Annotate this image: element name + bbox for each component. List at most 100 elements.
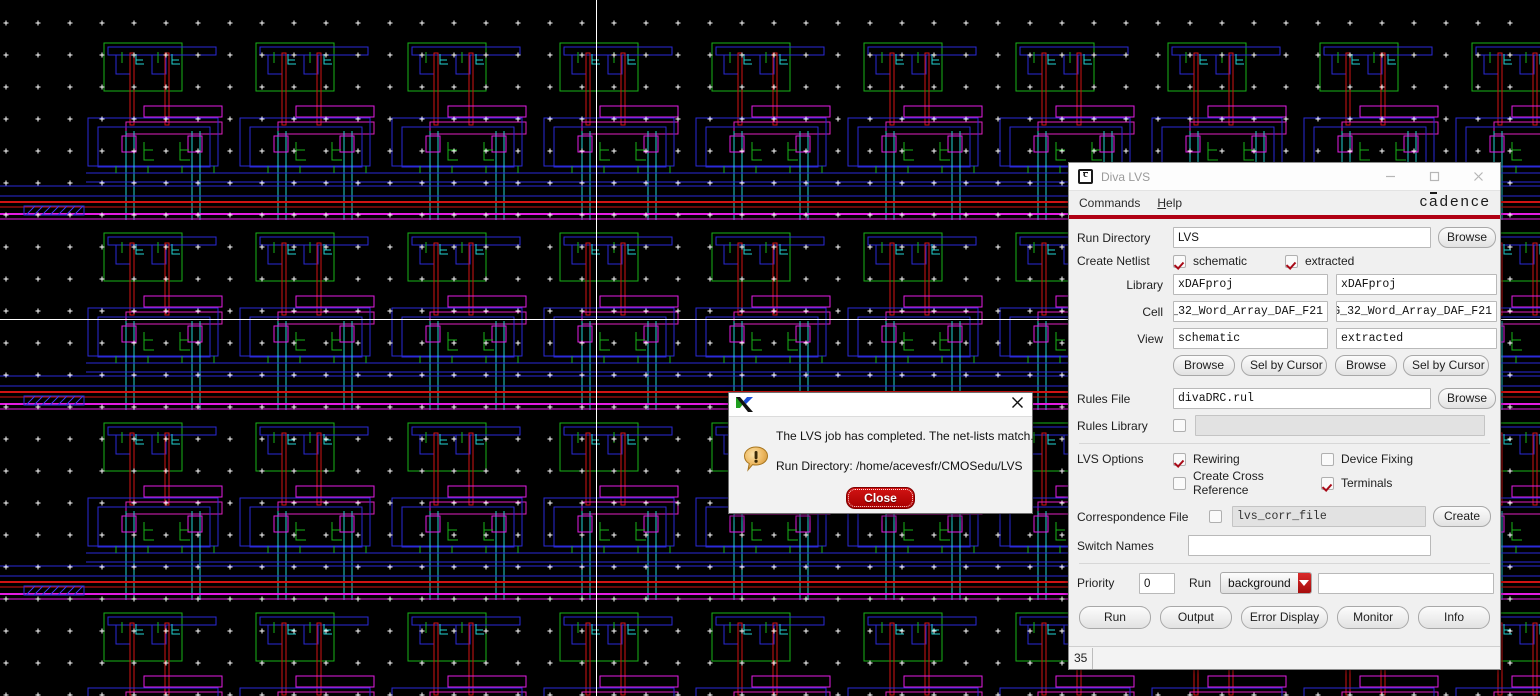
rules-library-label: Rules Library bbox=[1077, 418, 1148, 433]
dialog-message-line-1: The LVS job has completed. The net-lists… bbox=[776, 429, 1034, 443]
lvs-options-label: LVS Options bbox=[1077, 452, 1144, 466]
rules-file-input[interactable]: divaDRC.rul bbox=[1173, 388, 1431, 409]
schematic-sel-by-cursor-button[interactable]: Sel by Cursor bbox=[1241, 355, 1327, 376]
correspondence-file-label: Correspondence File bbox=[1077, 509, 1189, 524]
cell-extracted-input[interactable]: G_32_Word_Array_DAF_F21 bbox=[1336, 301, 1497, 322]
terminals-checkbox-group[interactable]: Terminals bbox=[1321, 476, 1392, 490]
create-cross-reference-checkbox-group[interactable]: Create Cross Reference bbox=[1173, 469, 1321, 497]
rewiring-checkbox[interactable] bbox=[1173, 452, 1186, 466]
extracted-sel-by-cursor-button[interactable]: Sel by Cursor bbox=[1403, 355, 1489, 376]
priority-label: Priority bbox=[1077, 576, 1115, 590]
schematic-checkbox-group[interactable]: schematic bbox=[1173, 254, 1285, 268]
dialog-message-line-2: Run Directory: /home/acevesfr/CMOSedu/LV… bbox=[776, 459, 1023, 473]
dialog-close-icon[interactable] bbox=[1011, 396, 1024, 414]
window-controls bbox=[1368, 164, 1500, 190]
view-schematic-input[interactable]: schematic bbox=[1173, 328, 1328, 349]
menu-help[interactable]: Help bbox=[1157, 196, 1182, 210]
rewiring-checkbox-group[interactable]: Rewiring bbox=[1173, 452, 1321, 466]
window-titlebar[interactable]: Diva LVS bbox=[1069, 163, 1500, 191]
schematic-browse-button[interactable]: Browse bbox=[1173, 355, 1235, 376]
cell-schematic-input[interactable]: G_32_Word_Array_DAF_F21 bbox=[1173, 301, 1328, 322]
x-window-logo-icon bbox=[735, 396, 754, 413]
rules-file-browse-button[interactable]: Browse bbox=[1438, 388, 1496, 409]
cadence-brand-logo: cadence bbox=[1419, 193, 1491, 210]
dialog-titlebar[interactable] bbox=[729, 393, 1032, 417]
library-extracted-input[interactable]: xDAFproj bbox=[1336, 274, 1497, 295]
lvs-completion-dialog[interactable]: The LVS job has completed. The net-lists… bbox=[728, 392, 1034, 514]
cadence-c-icon bbox=[1078, 168, 1093, 184]
view-label: View bbox=[1137, 331, 1163, 346]
priority-run-row: Priority 0 Run background bbox=[1069, 572, 1500, 594]
maximize-button[interactable] bbox=[1412, 164, 1456, 190]
correspondence-file-row: Correspondence File lvs_corr_file Create bbox=[1069, 506, 1500, 527]
correspondence-file-input[interactable]: lvs_corr_file bbox=[1232, 506, 1426, 527]
run-directory-input[interactable]: LVS bbox=[1173, 227, 1431, 248]
view-extracted-input[interactable]: extracted bbox=[1336, 328, 1497, 349]
monitor-button[interactable]: Monitor bbox=[1337, 606, 1410, 629]
switch-names-input[interactable] bbox=[1188, 535, 1431, 556]
rules-file-row: Rules File divaDRC.rul Browse bbox=[1069, 388, 1500, 409]
run-directory-browse-button[interactable]: Browse bbox=[1438, 227, 1496, 248]
extracted-checkbox[interactable] bbox=[1285, 254, 1298, 268]
lvs-options-row-2: Create Cross Reference Terminals bbox=[1069, 469, 1500, 497]
dialog-actions: Close bbox=[729, 487, 1032, 509]
library-schematic-input[interactable]: xDAFproj bbox=[1173, 274, 1328, 295]
window-title: Diva LVS bbox=[1101, 169, 1151, 184]
run-button[interactable]: Run bbox=[1079, 606, 1151, 629]
run-host-input[interactable] bbox=[1318, 572, 1495, 594]
device-fixing-checkbox-group[interactable]: Device Fixing bbox=[1321, 452, 1413, 466]
create-cross-reference-label: Create Cross Reference bbox=[1193, 469, 1264, 497]
schematic-checkbox[interactable] bbox=[1173, 254, 1186, 268]
correspondence-file-create-button[interactable]: Create bbox=[1433, 506, 1491, 527]
divider-2 bbox=[1079, 563, 1490, 564]
error-display-button[interactable]: Error Display bbox=[1240, 606, 1329, 629]
run-mode-select[interactable]: background bbox=[1220, 572, 1313, 594]
cell-label: Cell bbox=[1142, 304, 1163, 319]
diva-lvs-window[interactable]: Diva LVS Commands Help cadence Run Direc… bbox=[1068, 162, 1501, 670]
picker-buttons-row: Browse Sel by Cursor Browse Sel by Curso… bbox=[1069, 355, 1500, 376]
rules-library-row: Rules Library bbox=[1069, 415, 1500, 436]
cell-row: Cell G_32_Word_Array_DAF_F21 G_32_Word_A… bbox=[1069, 301, 1500, 322]
divider bbox=[1079, 443, 1490, 444]
terminals-checkbox[interactable] bbox=[1321, 476, 1334, 490]
switch-names-label: Switch Names bbox=[1077, 538, 1154, 553]
switch-names-row: Switch Names bbox=[1069, 535, 1500, 556]
terminals-label: Terminals bbox=[1341, 476, 1393, 490]
output-button[interactable]: Output bbox=[1159, 606, 1232, 629]
run-directory-row: Run Directory LVS Browse bbox=[1069, 227, 1500, 248]
run-mode-label: Run bbox=[1189, 576, 1212, 590]
extracted-checkbox-group[interactable]: extracted bbox=[1285, 254, 1354, 268]
device-fixing-label: Device Fixing bbox=[1341, 452, 1414, 466]
run-mode-value: background bbox=[1228, 576, 1291, 590]
view-row: View schematic extracted bbox=[1069, 328, 1500, 349]
rules-library-input[interactable] bbox=[1195, 415, 1485, 436]
dialog-messages: The LVS job has completed. The net-lists… bbox=[773, 429, 1034, 489]
minimize-button[interactable] bbox=[1368, 164, 1412, 190]
lvs-options-row-1: LVS Options Rewiring Device Fixing bbox=[1069, 452, 1500, 466]
priority-input[interactable]: 0 bbox=[1139, 572, 1175, 594]
create-cross-reference-checkbox[interactable] bbox=[1173, 476, 1186, 490]
close-button[interactable] bbox=[1456, 164, 1500, 190]
run-directory-label: Run Directory bbox=[1077, 230, 1151, 245]
library-row: Library xDAFproj xDAFproj bbox=[1069, 274, 1500, 295]
library-label: Library bbox=[1126, 277, 1163, 292]
extracted-checkbox-label: extracted bbox=[1305, 254, 1355, 268]
statusbar: 35 bbox=[1069, 646, 1500, 669]
chevron-down-icon[interactable] bbox=[1297, 573, 1312, 593]
info-button[interactable]: Info bbox=[1418, 606, 1490, 629]
extracted-browse-button[interactable]: Browse bbox=[1335, 355, 1397, 376]
dialog-body: The LVS job has completed. The net-lists… bbox=[729, 417, 1034, 489]
create-netlist-label: Create Netlist bbox=[1077, 254, 1150, 268]
exclamation-bubble-icon bbox=[739, 429, 773, 489]
rules-library-checkbox[interactable] bbox=[1173, 419, 1186, 432]
rules-file-label: Rules File bbox=[1077, 391, 1131, 406]
dialog-close-button[interactable]: Close bbox=[846, 487, 915, 509]
rewiring-label: Rewiring bbox=[1193, 452, 1240, 466]
schematic-checkbox-label: schematic bbox=[1193, 254, 1248, 268]
correspondence-file-checkbox[interactable] bbox=[1209, 510, 1222, 523]
create-netlist-row: Create Netlist schematic extracted bbox=[1069, 254, 1500, 268]
statusbar-value: 35 bbox=[1069, 647, 1094, 669]
menu-commands[interactable]: Commands bbox=[1079, 196, 1140, 210]
device-fixing-checkbox[interactable] bbox=[1321, 452, 1334, 466]
menubar: Commands Help cadence bbox=[1069, 191, 1500, 215]
